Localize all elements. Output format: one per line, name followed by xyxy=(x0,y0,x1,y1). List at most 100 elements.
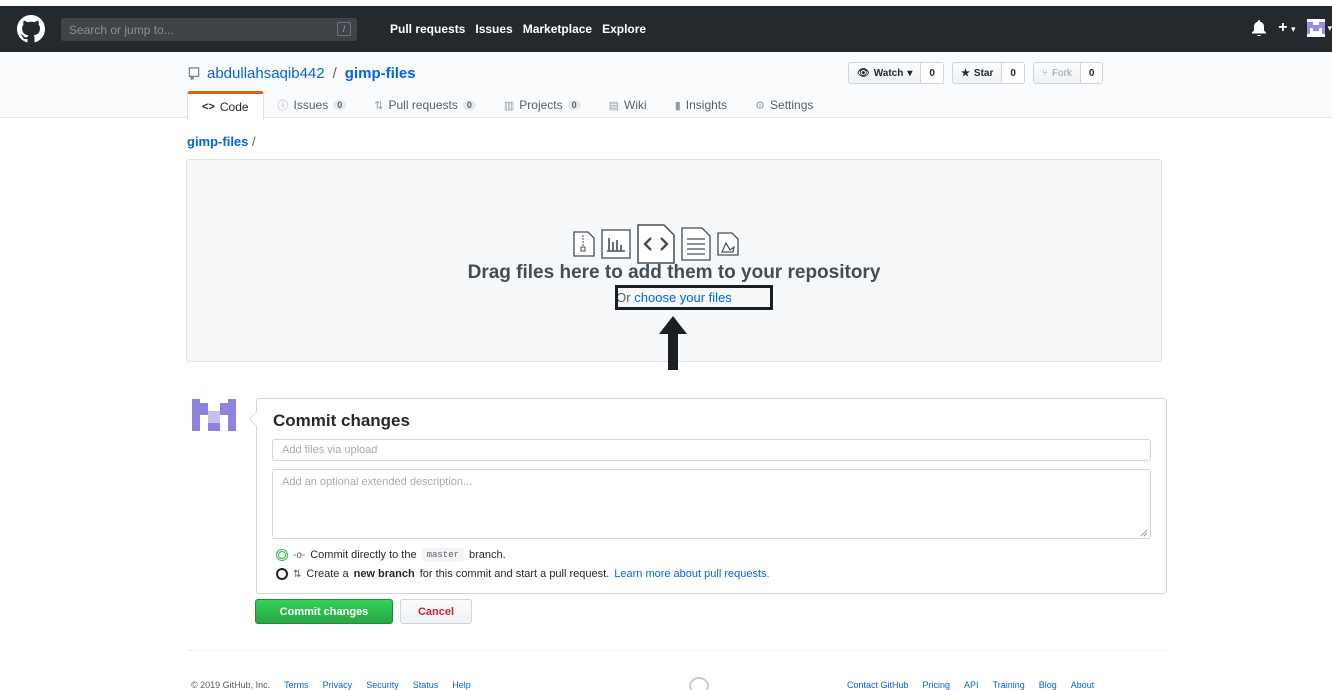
watch-count[interactable]: 0 xyxy=(921,63,943,83)
learn-more-link[interactable]: Learn more about pull requests. xyxy=(614,568,769,580)
commit-direct-option[interactable]: -o- Commit directly to the master branch… xyxy=(276,548,506,562)
footer-link-blog[interactable]: Blog xyxy=(1039,680,1057,690)
commit-description-input[interactable] xyxy=(272,469,1151,539)
commit-icon: -o- xyxy=(293,549,306,561)
fork-icon: ⑂ xyxy=(1041,67,1048,79)
avatar xyxy=(192,399,236,431)
search-input[interactable] xyxy=(61,22,311,37)
file-pdf-icon xyxy=(717,232,739,256)
repo-icon xyxy=(188,67,200,80)
breadcrumb: gimp-files / xyxy=(187,134,256,149)
global-header: / Pull requests Issues Marketplace Explo… xyxy=(0,6,1332,52)
watch-button[interactable]: 👁 Watch ▾ xyxy=(849,63,922,83)
github-mark-icon[interactable] xyxy=(689,676,709,690)
github-logo-icon[interactable] xyxy=(17,15,45,43)
search-box[interactable]: / xyxy=(61,18,357,41)
header-actions: + ▾ ▾ xyxy=(1252,19,1332,37)
new-branch-radio[interactable] xyxy=(276,568,288,580)
watch-label: Watch xyxy=(873,67,904,79)
eye-icon: 👁 xyxy=(857,67,870,79)
option-text: Commit directly to the xyxy=(310,549,417,561)
repo-nav: <> Code ⓘ Issues 0 ⇅ Pull requests 0 ▥ P… xyxy=(187,91,827,120)
footer-copyright: © 2019 GitHub, Inc. xyxy=(191,680,271,690)
fork-count[interactable]: 0 xyxy=(1080,63,1103,83)
create-new-menu[interactable]: + ▾ xyxy=(1278,19,1295,37)
footer-link-pricing[interactable]: Pricing xyxy=(923,680,951,690)
chevron-down-icon: ▾ xyxy=(1290,24,1296,34)
bell-icon[interactable] xyxy=(1252,20,1267,36)
breadcrumb-separator: / xyxy=(252,134,256,149)
repo-owner-link[interactable]: abdullahsaqib442 xyxy=(207,65,325,82)
annotation-highlight-box xyxy=(615,285,773,310)
footer-link-privacy[interactable]: Privacy xyxy=(323,680,353,690)
option-text: Create a xyxy=(306,568,349,580)
file-text-icon xyxy=(681,227,711,261)
commit-summary-input[interactable] xyxy=(272,439,1151,461)
nav-pull-requests[interactable]: Pull requests xyxy=(390,22,465,36)
repo-title: abdullahsaqib442 / gimp-files xyxy=(188,65,416,82)
pull-request-icon: ⇅ xyxy=(293,568,302,580)
tab-code[interactable]: <> Code xyxy=(187,91,264,120)
commit-form: Commit changes -o- Commit directly to th… xyxy=(249,398,1167,594)
footer-link-terms[interactable]: Terms xyxy=(284,680,309,690)
footer-right: Contact GitHub Pricing API Training Blog… xyxy=(847,680,1094,690)
nav-marketplace[interactable]: Marketplace xyxy=(523,22,592,36)
tab-pull-requests[interactable]: ⇅ Pull requests 0 xyxy=(360,91,490,119)
star-button[interactable]: ★ Star xyxy=(952,63,1003,83)
tab-counter: 0 xyxy=(333,100,347,110)
project-icon: ▥ xyxy=(503,99,515,112)
file-zip-icon xyxy=(573,231,595,257)
footer-link-contact[interactable]: Contact GitHub xyxy=(847,680,909,690)
plus-icon: + xyxy=(1278,19,1288,36)
footer-link-api[interactable]: API xyxy=(964,680,979,690)
cancel-button[interactable]: Cancel xyxy=(400,599,472,624)
file-chart-icon xyxy=(601,229,631,259)
star-icon: ★ xyxy=(960,67,970,79)
footer-link-status[interactable]: Status xyxy=(413,680,439,690)
tab-label: Code xyxy=(219,100,249,114)
commit-direct-radio[interactable] xyxy=(276,549,288,561)
star-label: Star xyxy=(973,67,994,79)
tab-label: Issues xyxy=(293,98,329,112)
footer-divider xyxy=(187,650,1167,651)
footer-link-help[interactable]: Help xyxy=(452,680,471,690)
file-code-icon xyxy=(637,224,675,264)
commit-changes-button[interactable]: Commit changes xyxy=(255,599,393,624)
tab-insights[interactable]: ▮ Insights xyxy=(661,91,741,119)
user-menu[interactable]: ▾ xyxy=(1307,19,1332,37)
fork-button[interactable]: ⑂ Fork xyxy=(1033,63,1081,83)
option-text: branch. xyxy=(469,549,506,561)
book-icon: ▤ xyxy=(608,99,620,112)
chevron-down-icon: ▾ xyxy=(907,67,913,79)
repo-header: abdullahsaqib442 / gimp-files 👁 Watch ▾ … xyxy=(0,52,1332,120)
repo-name-link[interactable]: gimp-files xyxy=(345,65,416,82)
breadcrumb-repo-link[interactable]: gimp-files xyxy=(187,134,248,149)
file-type-icons xyxy=(573,224,739,264)
tab-issues[interactable]: ⓘ Issues 0 xyxy=(264,91,361,119)
star-count[interactable]: 0 xyxy=(1002,63,1024,83)
footer-link-training[interactable]: Training xyxy=(993,680,1025,690)
dropzone-title: Drag files here to add them to your repo… xyxy=(467,262,881,283)
tab-projects[interactable]: ▥ Projects 0 xyxy=(490,91,595,119)
nav-explore[interactable]: Explore xyxy=(602,22,646,36)
chevron-down-icon: ▾ xyxy=(1327,22,1332,33)
footer-link-about[interactable]: About xyxy=(1071,680,1095,690)
annotation-arrow-icon xyxy=(659,316,687,370)
new-branch-option[interactable]: ⇅ Create a new branch for this commit an… xyxy=(276,568,770,580)
tab-wiki[interactable]: ▤ Wiki xyxy=(595,91,661,119)
avatar xyxy=(1307,19,1326,37)
graph-icon: ▮ xyxy=(674,99,681,112)
option-bold-text: new branch xyxy=(353,568,415,580)
resize-grip-icon[interactable] xyxy=(1140,529,1148,537)
pull-request-icon: ⇅ xyxy=(374,99,384,112)
footer-link-security[interactable]: Security xyxy=(366,680,399,690)
tab-settings[interactable]: ⚙ Settings xyxy=(741,91,827,119)
file-dropzone[interactable]: Drag files here to add them to your repo… xyxy=(186,159,1162,370)
tab-counter: 0 xyxy=(567,100,581,110)
footer-left: © 2019 GitHub, Inc. Terms Privacy Securi… xyxy=(191,680,471,690)
nav-issues[interactable]: Issues xyxy=(475,22,512,36)
repo-actions: 👁 Watch ▾ 0 ★ Star 0 ⑂ Fork 0 xyxy=(848,62,1104,84)
tab-label: Settings xyxy=(770,98,814,112)
tab-label: Insights xyxy=(685,98,728,112)
branch-name: master xyxy=(421,548,465,562)
